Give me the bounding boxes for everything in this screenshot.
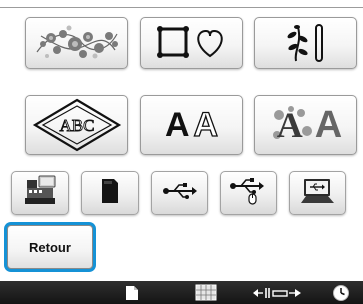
utility-borders-category[interactable] (254, 17, 357, 69)
outline-letter: A (193, 106, 219, 144)
floral-embroidery-category[interactable] (25, 17, 128, 69)
monogram-category[interactable]: ABC (25, 95, 128, 155)
bold-letter: A (164, 106, 190, 144)
back-button[interactable]: Retour (7, 225, 93, 269)
card-button[interactable] (81, 171, 139, 215)
square-heart-frame-icon (152, 23, 232, 63)
machine-memory-button[interactable] (11, 171, 69, 215)
embroidery-machine-icon (23, 174, 57, 213)
character-fonts-category[interactable]: A A (140, 95, 243, 155)
document-icon[interactable] (110, 281, 154, 304)
ornate-letter: A (269, 103, 313, 147)
usb-icon (162, 182, 198, 205)
top-divider (0, 7, 363, 8)
decorative-alphabet-category[interactable]: A A (254, 95, 357, 155)
font-letters-icon: A A (164, 106, 219, 144)
sd-card-icon (100, 177, 120, 210)
usb-mouse-icon (229, 177, 269, 210)
usb-mouse-button[interactable] (220, 171, 277, 215)
embroidery-selection-screen: ABC A A A A Retour (0, 0, 363, 304)
decorative-letter-icon: A A (269, 103, 342, 147)
monogram-letters: ABC (59, 116, 94, 135)
vine-border-icon (276, 21, 336, 65)
pattern-grid-icon[interactable] (184, 281, 228, 304)
clock-icon[interactable] (326, 281, 356, 304)
back-button-highlight: Retour (4, 222, 96, 272)
frame-shapes-category[interactable] (140, 17, 243, 69)
floral-motif-icon (31, 22, 123, 64)
block-letter: A (314, 104, 343, 146)
computer-button[interactable] (289, 171, 346, 215)
presser-foot-width-icon[interactable] (246, 281, 308, 304)
usb-button[interactable] (151, 171, 208, 215)
status-bar (0, 281, 363, 304)
computer-icon (300, 177, 336, 210)
monogram-diamond-icon: ABC (31, 98, 123, 152)
